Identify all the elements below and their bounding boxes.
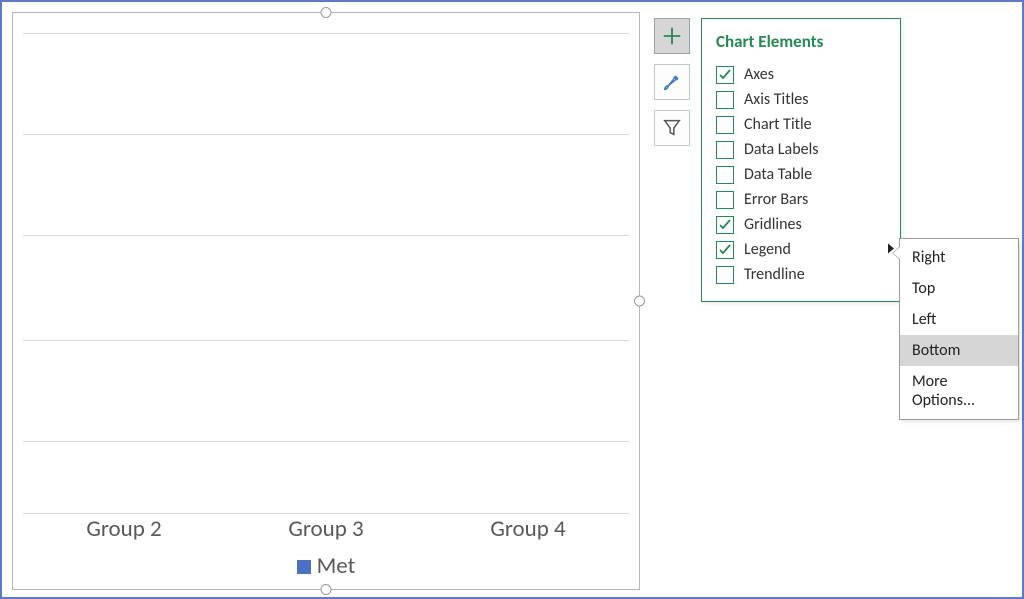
item-label: Gridlines — [744, 215, 802, 234]
chart-element-data-table[interactable]: Data Table — [716, 162, 886, 187]
item-label: Data Labels — [744, 140, 819, 159]
legend-left[interactable]: Left — [900, 304, 1018, 335]
legend-swatch — [297, 560, 311, 574]
bars-container — [23, 33, 629, 513]
item-label: Data Table — [744, 165, 812, 184]
item-label: Error Bars — [744, 190, 808, 209]
chart-elements-flyout: Chart Elements Axes Axis Titles Chart Ti… — [701, 18, 901, 302]
checkbox-icon[interactable] — [716, 241, 734, 259]
chart-element-axis-titles[interactable]: Axis Titles — [716, 87, 886, 112]
x-axis-labels: Group 2 Group 3 Group 4 — [23, 515, 629, 543]
item-label: Chart Title — [744, 115, 812, 134]
chart-filters-button[interactable] — [654, 110, 690, 146]
checkbox-icon[interactable] — [716, 91, 734, 109]
chart-quick-tools — [654, 18, 694, 146]
chart-element-error-bars[interactable]: Error Bars — [716, 187, 886, 212]
selection-handle[interactable] — [321, 7, 332, 18]
legend-right[interactable]: Right — [900, 242, 1018, 273]
chart-element-axes[interactable]: Axes — [716, 62, 886, 87]
submenu-notch — [893, 247, 900, 259]
checkbox-icon[interactable] — [716, 141, 734, 159]
item-label: Trendline — [744, 265, 805, 284]
chart-element-legend[interactable]: Legend — [716, 237, 886, 262]
chart-element-trendline[interactable]: Trendline — [716, 262, 886, 287]
chart-element-data-labels[interactable]: Data Labels — [716, 137, 886, 162]
x-axis-label[interactable]: Group 2 — [23, 515, 225, 543]
chart-elements-button[interactable] — [654, 18, 690, 54]
item-label: Axes — [744, 65, 774, 84]
flyout-title: Chart Elements — [716, 31, 886, 52]
legend-bottom[interactable]: Bottom — [900, 335, 1018, 366]
chart-legend[interactable]: Met — [13, 552, 639, 580]
legend-series-label: Met — [317, 552, 356, 580]
checkbox-icon[interactable] — [716, 216, 734, 234]
checkbox-icon[interactable] — [716, 116, 734, 134]
x-axis-label[interactable]: Group 3 — [225, 515, 427, 543]
checkbox-icon[interactable] — [716, 166, 734, 184]
chart-element-chart-title[interactable]: Chart Title — [716, 112, 886, 137]
brush-icon — [661, 71, 683, 93]
checkbox-icon[interactable] — [716, 191, 734, 209]
legend-top[interactable]: Top — [900, 273, 1018, 304]
legend-more-options[interactable]: More Options... — [900, 366, 1018, 416]
x-axis-label[interactable]: Group 4 — [427, 515, 629, 543]
checkbox-icon[interactable] — [716, 266, 734, 284]
chart-styles-button[interactable] — [654, 64, 690, 100]
funnel-icon — [661, 117, 683, 139]
plot-area[interactable] — [23, 33, 629, 513]
item-label: Axis Titles — [744, 90, 808, 109]
legend-position-submenu: Right Top Left Bottom More Options... — [899, 238, 1019, 420]
chart-area[interactable]: Group 2 Group 3 Group 4 Met — [12, 12, 640, 590]
item-label: Legend — [744, 240, 791, 259]
selection-handle[interactable] — [634, 296, 645, 307]
checkbox-icon[interactable] — [716, 66, 734, 84]
plus-icon — [661, 25, 683, 47]
chart-element-gridlines[interactable]: Gridlines — [716, 212, 886, 237]
selection-handle[interactable] — [321, 584, 332, 595]
gridline — [23, 513, 629, 514]
